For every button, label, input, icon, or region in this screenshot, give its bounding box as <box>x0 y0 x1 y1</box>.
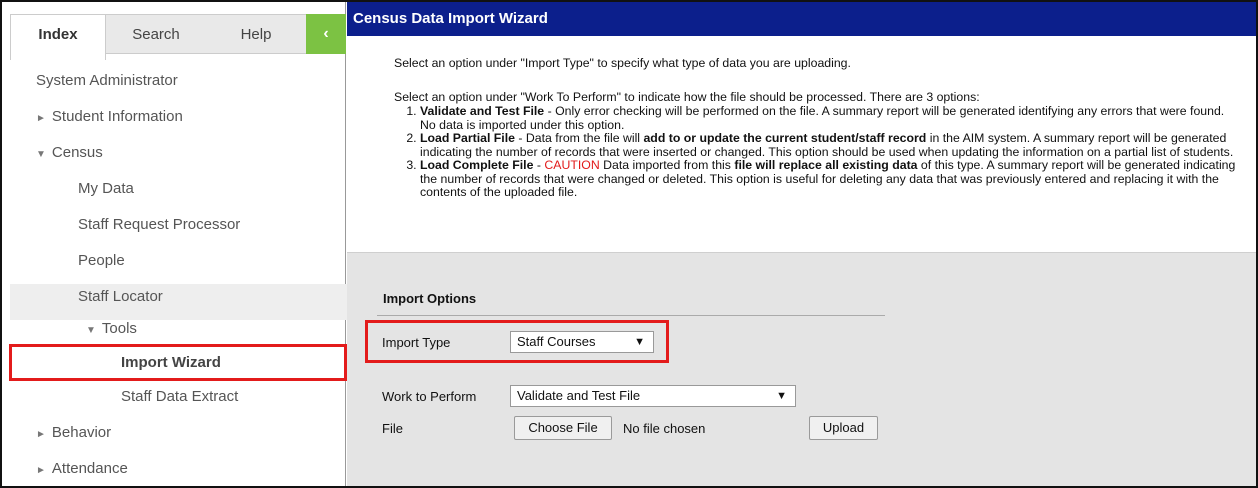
page-title: Census Data Import Wizard <box>347 2 1256 36</box>
sidebar-tabs: Index Search Help ‹ <box>2 2 346 60</box>
sidebar-item-label: Behavior <box>51 424 112 441</box>
sidebar-item-label: Attendance <box>51 460 128 477</box>
sidebar-item-label: System Administrator <box>36 72 178 89</box>
sidebar-item-label: Staff Data Extract <box>121 388 239 405</box>
file-label: File <box>382 421 403 436</box>
options-list: Validate and Test File - Only error chec… <box>394 104 1239 200</box>
main-panel: Census Data Import Wizard Select an opti… <box>347 2 1256 486</box>
import-type-select[interactable]: Staff Courses ▼ <box>510 331 654 353</box>
sidebar-item-label: Student Information <box>51 108 183 125</box>
list-item: Load Complete File - CAUTION Data import… <box>420 158 1239 200</box>
sidebar-item-behavior[interactable]: ► Behavior <box>36 424 111 441</box>
instructions: Select an option under "Import Type" to … <box>347 36 1256 252</box>
caret-right-icon: ► <box>36 429 46 440</box>
sidebar: Index Search Help ‹ System Administrator… <box>2 2 348 486</box>
intro-work-to-perform: Select an option under "Work To Perform"… <box>394 90 980 104</box>
sidebar-item-people[interactable]: People <box>78 252 125 269</box>
work-to-perform-select[interactable]: Validate and Test File ▼ <box>510 385 796 407</box>
chevron-left-icon: ‹ <box>323 25 329 42</box>
no-file-chosen-text: No file chosen <box>623 421 706 436</box>
sidebar-item-label: Staff Locator <box>78 288 163 305</box>
sidebar-item-student-information[interactable]: ► Student Information <box>36 108 183 125</box>
tab-help[interactable]: Help <box>206 14 306 54</box>
sidebar-item-census[interactable]: ▼ Census <box>36 144 103 161</box>
sidebar-item-my-data[interactable]: My Data <box>78 180 134 197</box>
sidebar-item-label: Census <box>51 144 103 161</box>
sidebar-item-label: People <box>78 252 125 269</box>
tab-search[interactable]: Search <box>106 14 206 54</box>
intro-import-type: Select an option under "Import Type" to … <box>394 56 851 70</box>
sidebar-item-staff-data-extract[interactable]: Staff Data Extract <box>121 388 238 405</box>
sidebar-item-staff-request-processor[interactable]: Staff Request Processor <box>78 216 240 233</box>
choose-file-button[interactable]: Choose File <box>514 416 612 440</box>
caret-down-icon: ▼ <box>86 325 96 336</box>
dropdown-arrow-icon: ▼ <box>634 336 645 348</box>
sidebar-item-staff-locator[interactable]: Staff Locator <box>78 288 163 305</box>
sidebar-item-label: Tools <box>101 320 137 337</box>
upload-button[interactable]: Upload <box>809 416 878 440</box>
dropdown-arrow-icon: ▼ <box>776 390 787 402</box>
caret-right-icon: ► <box>36 465 46 476</box>
caution-label: CAUTION <box>544 158 600 172</box>
caret-right-icon: ► <box>36 113 46 124</box>
collapse-sidebar-button[interactable]: ‹ <box>306 14 346 54</box>
work-to-perform-label: Work to Perform <box>382 389 477 404</box>
import-options-panel: Import Options Import Type Staff Courses… <box>347 252 1256 486</box>
sidebar-item-tools[interactable]: ▼ Tools <box>86 320 137 337</box>
list-item: Load Partial File - Data from the file w… <box>420 131 1239 159</box>
caret-down-icon: ▼ <box>36 149 46 160</box>
tab-index[interactable]: Index <box>10 14 106 60</box>
selected-item-background <box>10 284 348 320</box>
list-item: Validate and Test File - Only error chec… <box>420 104 1239 132</box>
import-wizard-highlight <box>9 344 347 381</box>
sidebar-item-system-administrator[interactable]: System Administrator <box>36 72 178 89</box>
import-type-label: Import Type <box>382 335 451 350</box>
sidebar-item-label: My Data <box>78 180 134 197</box>
divider <box>377 315 885 316</box>
sidebar-item-label: Staff Request Processor <box>78 216 241 233</box>
sidebar-item-attendance[interactable]: ► Attendance <box>36 460 128 477</box>
import-options-header: Import Options <box>383 291 477 306</box>
